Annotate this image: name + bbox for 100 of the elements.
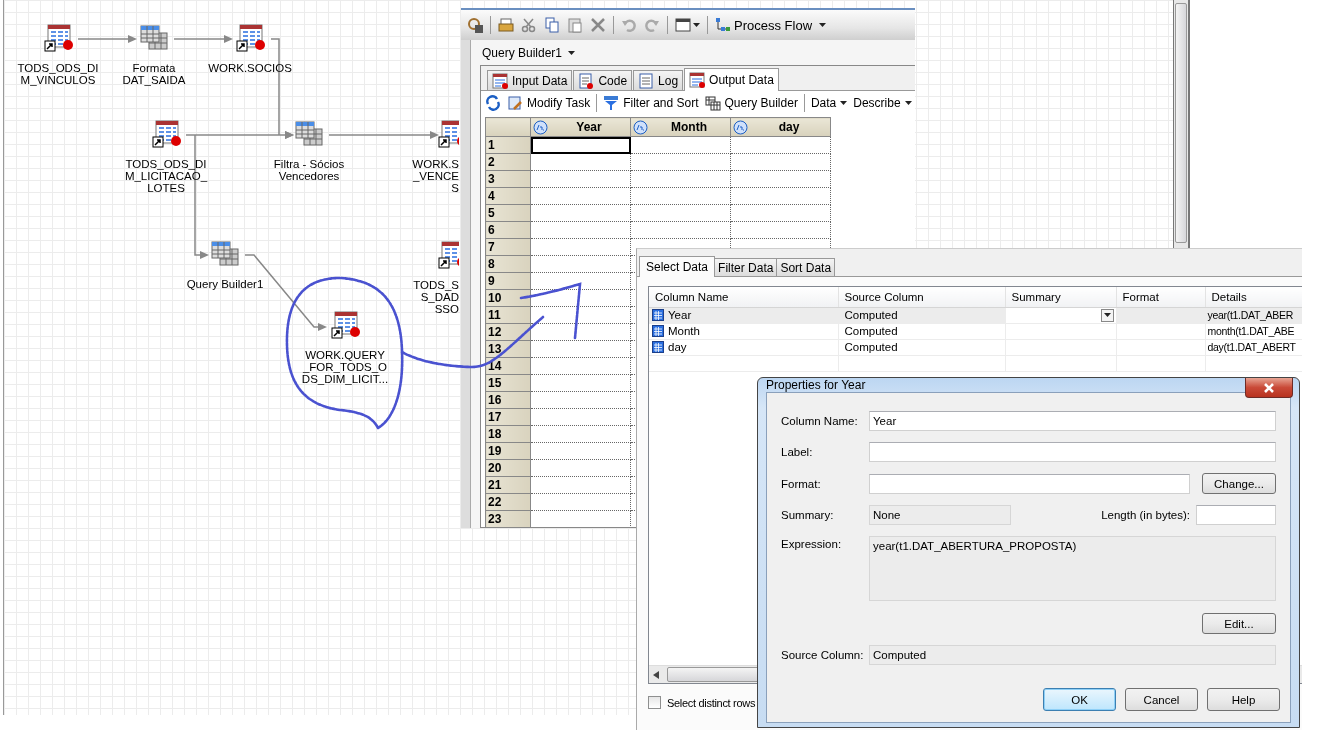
column-header[interactable]: Month — [630, 117, 731, 137]
delete-icon[interactable] — [590, 17, 606, 33]
dataset-table-icon[interactable] — [43, 23, 73, 53]
table-row[interactable]: Year Computed year(t1.DAT_ABER — [649, 307, 1302, 323]
grid-cell[interactable] — [530, 153, 631, 171]
grid-cell[interactable] — [530, 425, 631, 443]
grid-cell[interactable] — [530, 306, 631, 324]
tab[interactable]: Filter Data — [714, 258, 778, 276]
column-header[interactable]: Column Name — [649, 287, 838, 307]
toolbar-button[interactable]: Query Builder — [704, 95, 798, 111]
connector-arrow — [77, 35, 137, 43]
text-field[interactable]: Year — [869, 411, 1276, 431]
notepad-icon — [638, 72, 655, 89]
grid-cell[interactable] — [730, 204, 831, 222]
tab[interactable]: Sort Data — [776, 258, 836, 276]
grid-cell[interactable] — [530, 204, 631, 222]
toolbar-menu[interactable]: Describe — [853, 96, 912, 110]
scissors-icon[interactable] — [521, 17, 537, 33]
tab[interactable]: Select Data — [639, 256, 716, 277]
grid-cell[interactable] — [730, 187, 831, 205]
refresh-icon[interactable] — [485, 95, 501, 111]
column-header[interactable]: Source Column — [838, 287, 1005, 307]
read-only-field[interactable]: Computed — [869, 645, 1276, 665]
text-field[interactable] — [869, 442, 1276, 462]
grid-cell[interactable] — [530, 374, 631, 392]
window-layout-button[interactable] — [675, 17, 700, 33]
checkbox[interactable] — [648, 696, 661, 709]
dataset-table-icon[interactable] — [151, 119, 181, 149]
table-cell: Computed — [844, 325, 898, 337]
grid-cell[interactable] — [530, 476, 631, 494]
grid-cell[interactable] — [630, 187, 731, 205]
toolbar-button[interactable]: Filter and Sort — [603, 95, 699, 111]
grid-cell[interactable] — [530, 187, 631, 205]
button[interactable]: Cancel — [1125, 688, 1198, 711]
grid-cell[interactable] — [530, 357, 631, 375]
button[interactable]: OK — [1043, 688, 1116, 711]
grid-cell[interactable] — [630, 170, 731, 188]
column-header[interactable]: Format — [1116, 287, 1205, 307]
column-title: Year — [575, 120, 603, 134]
tab[interactable]: Input Data — [487, 70, 573, 90]
grid-cell[interactable] — [730, 221, 831, 239]
text-field[interactable] — [869, 473, 1190, 494]
grid-cell[interactable] — [530, 136, 631, 154]
column-header[interactable]: Summary — [1005, 287, 1116, 307]
grid-cell[interactable] — [530, 238, 631, 256]
task-title-dropdown[interactable]: Query Builder1 — [480, 40, 578, 65]
grid-cell[interactable] — [730, 153, 831, 171]
grid-cell[interactable] — [530, 255, 631, 273]
grid-cell[interactable] — [530, 289, 631, 307]
scrollbar-thumb[interactable] — [1175, 3, 1187, 243]
column-header[interactable]: day — [730, 117, 831, 137]
grid-cell[interactable] — [530, 272, 631, 290]
grid-cell[interactable] — [530, 170, 631, 188]
table-row[interactable]: Month Computed month(t1.DAT_ABE — [649, 323, 1302, 339]
scrollbar-thumb[interactable] — [667, 667, 759, 682]
toolbar-button[interactable]: Modify Task — [507, 95, 591, 111]
dataset-table-icon[interactable] — [235, 23, 265, 53]
button[interactable]: Edit... — [1202, 613, 1276, 634]
text-field[interactable] — [1196, 505, 1276, 525]
grid-cell[interactable] — [730, 136, 831, 154]
paste-icon[interactable] — [567, 17, 583, 33]
grid-cell[interactable] — [530, 391, 631, 409]
grid-cell[interactable] — [630, 153, 731, 171]
grid-cell[interactable] — [630, 136, 731, 154]
expression-box[interactable]: year(t1.DAT_ABERTURA_PROPOSTA) — [869, 536, 1276, 601]
read-only-field[interactable]: None — [869, 505, 1011, 525]
node-label: TODS_S — [413, 279, 459, 291]
grid-cell[interactable] — [530, 408, 631, 426]
tab[interactable]: Output Data — [684, 68, 779, 91]
caret-icon[interactable] — [819, 23, 827, 27]
table-row[interactable]: day Computed day(t1.DAT_ABERT — [649, 339, 1302, 355]
grid-cell[interactable] — [630, 221, 731, 239]
grid-cell[interactable] — [530, 442, 631, 460]
tab[interactable]: Log — [633, 70, 684, 90]
process-flow-button[interactable]: Process Flow — [715, 17, 813, 33]
print-icon[interactable] — [498, 17, 514, 33]
button[interactable]: Change... — [1202, 473, 1276, 494]
button[interactable]: Help — [1207, 688, 1280, 711]
caret-icon — [840, 101, 848, 105]
toolbar-menu[interactable]: Data — [810, 96, 848, 110]
grid-icon — [704, 95, 721, 111]
grid-cell[interactable] — [530, 459, 631, 477]
close-button[interactable] — [1245, 378, 1293, 398]
vertical-scrollbar[interactable] — [1173, 0, 1190, 248]
task-grid-icon[interactable] — [210, 239, 240, 269]
task-grid-icon[interactable] — [139, 23, 169, 53]
grid-cell[interactable] — [730, 170, 831, 188]
grid-cell[interactable] — [530, 323, 631, 341]
dataset-table-icon[interactable] — [330, 310, 360, 340]
grid-cell[interactable] — [530, 493, 631, 511]
column-header[interactable]: Year — [530, 117, 631, 137]
field-value: year(t1.DAT_ABERTURA_PROPOSTA) — [873, 540, 1077, 552]
dropdown-button[interactable] — [1100, 308, 1114, 322]
column-header[interactable]: Details — [1205, 287, 1302, 307]
grid-cell[interactable] — [530, 221, 631, 239]
copy-icon[interactable] — [544, 17, 560, 33]
grid-cell[interactable] — [530, 340, 631, 358]
grid-cell[interactable] — [630, 204, 731, 222]
tab[interactable]: Code — [573, 70, 633, 90]
task-grid-icon[interactable] — [294, 119, 324, 149]
